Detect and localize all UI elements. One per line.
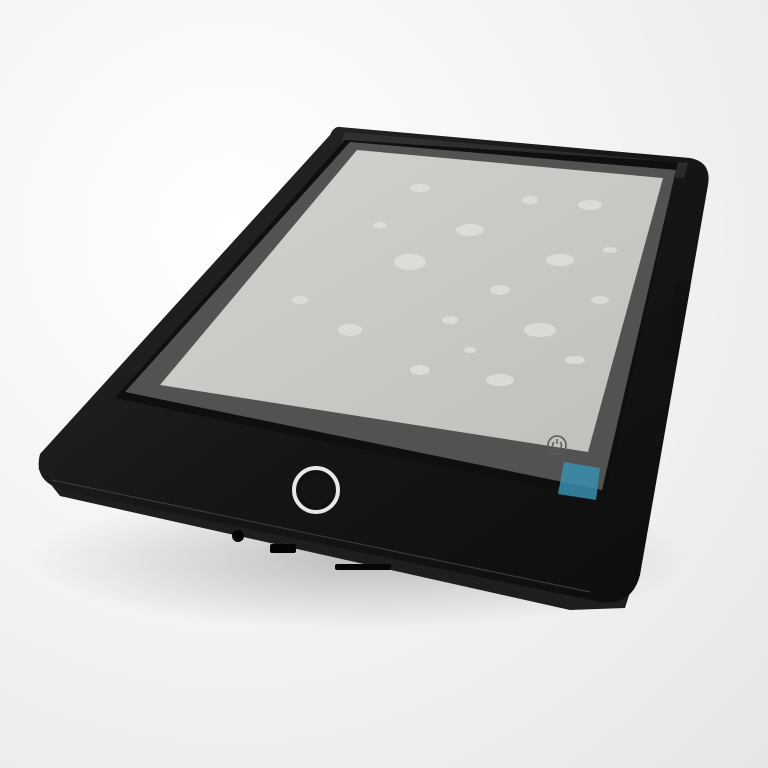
ereader-illustration xyxy=(30,126,709,630)
audio-jack xyxy=(232,530,244,542)
product-photo xyxy=(0,0,768,768)
card-slot xyxy=(335,564,391,570)
home-button xyxy=(292,466,340,514)
film-pull-tab xyxy=(558,462,600,500)
usb-port xyxy=(270,544,296,553)
